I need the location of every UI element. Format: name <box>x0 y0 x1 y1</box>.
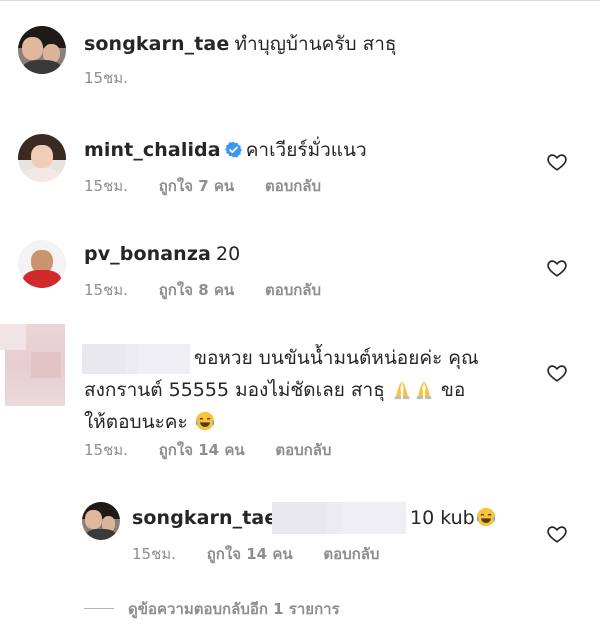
reply-text: 10 kub <box>410 507 475 529</box>
reply-timestamp[interactable]: 15ชม. <box>132 545 176 563</box>
avatar[interactable] <box>18 240 66 288</box>
avatar[interactable] <box>18 26 66 74</box>
folded-hands-emoji <box>394 381 410 400</box>
comment-text-line: ให้ตอบนะคะ <box>84 411 188 433</box>
heart-outline-icon[interactable] <box>546 523 568 545</box>
comment-text: ทำบุญบ้านครับ สาธุ <box>234 33 397 55</box>
folded-hands-emoji <box>416 381 432 400</box>
tears-of-joy-emoji <box>476 507 495 527</box>
divider-dash <box>84 608 114 609</box>
comment-likes[interactable]: ถูกใจ 7 คน <box>159 177 234 195</box>
comment-timestamp[interactable]: 15ชม. <box>84 281 128 299</box>
reply-button[interactable]: ตอบกลับ <box>323 545 379 563</box>
mention-blurred[interactable] <box>272 502 406 534</box>
tears-of-joy-emoji <box>195 411 214 431</box>
comment-likes[interactable]: ถูกใจ 8 คน <box>159 281 234 299</box>
comment-text-line: ขอหวย บนขันน้ำมนต์หน่อยค่ะ คุณ <box>194 347 479 369</box>
comment-text-line: ขอ <box>440 379 466 401</box>
comment-username[interactable]: mint_chalida <box>84 139 221 161</box>
comment-text-line: สงกรานต์ 55555 มองไม่ชัดเลย สาธุ <box>84 379 385 401</box>
comment-timestamp[interactable]: 15ชม. <box>84 177 128 195</box>
comment-likes[interactable]: ถูกใจ 14 คน <box>159 441 245 459</box>
reply-username[interactable]: songkarn_tae <box>132 507 277 529</box>
avatar[interactable] <box>18 134 66 182</box>
comment-username[interactable]: pv_bonanza <box>84 243 211 265</box>
top-divider <box>0 0 600 1</box>
heart-outline-icon[interactable] <box>546 362 568 384</box>
reply-likes[interactable]: ถูกใจ 14 คน <box>207 545 293 563</box>
heart-outline-icon[interactable] <box>546 257 568 279</box>
reply-button[interactable]: ตอบกลับ <box>275 441 331 459</box>
comment-text: 20 <box>216 243 241 265</box>
avatar[interactable] <box>82 502 120 540</box>
heart-outline-icon[interactable] <box>546 151 568 173</box>
view-more-replies-button[interactable]: ดูข้อความตอบกลับอีก 1 รายการ <box>84 597 340 621</box>
comment-timestamp[interactable]: 15ชม. <box>84 441 128 459</box>
reply-button[interactable]: ตอบกลับ <box>265 281 321 299</box>
comment-text: คาเวียร์มั่วแนว <box>245 139 367 161</box>
comment-timestamp[interactable]: 15ชม. <box>84 69 128 87</box>
avatar-blurred[interactable] <box>0 324 65 406</box>
verified-badge-icon <box>224 141 242 158</box>
view-more-replies-label: ดูข้อความตอบกลับอีก 1 รายการ <box>128 600 340 618</box>
comment-username[interactable]: songkarn_tae <box>84 33 229 55</box>
reply-button[interactable]: ตอบกลับ <box>265 177 321 195</box>
